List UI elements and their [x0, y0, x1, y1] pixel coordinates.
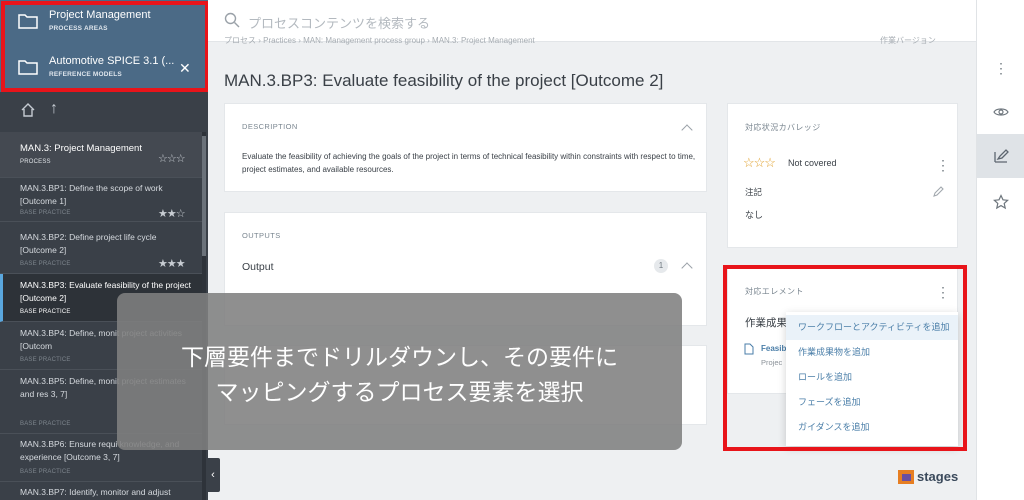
item-type: PROCESS: [20, 159, 51, 165]
search-icon: [224, 12, 240, 28]
note-value: なし: [745, 210, 764, 220]
search-input[interactable]: プロセスコンテンツを検索する: [248, 13, 430, 32]
highlight-box: [1, 1, 208, 92]
output-count-badge: 1: [654, 259, 668, 273]
home-icon[interactable]: [20, 102, 36, 118]
note-label: 注記: [745, 187, 763, 197]
eye-icon[interactable]: [977, 90, 1024, 134]
output-label: Output: [242, 261, 274, 273]
right-rail: ⋮: [976, 0, 1024, 500]
logo-mark: [898, 469, 914, 484]
rating-stars: ★★☆: [158, 208, 186, 220]
collapse-sidebar-button[interactable]: ‹: [206, 458, 220, 492]
rating-stars: ☆☆☆: [158, 153, 186, 165]
nav-toolbar: ↑: [0, 92, 208, 132]
edit-icon[interactable]: [977, 134, 1024, 178]
coverage-status: Not covered: [788, 158, 837, 168]
item-type: BASE PRACTICE: [20, 261, 71, 267]
item-type: BASE PRACTICE: [20, 210, 71, 216]
item-type: BASE PRACTICE: [20, 357, 71, 363]
page-title: MAN.3.BP3: Evaluate feasibility of the p…: [224, 71, 664, 90]
sidebar-item-bp7[interactable]: MAN.3.BP7: Identify, monitor and adjust: [0, 482, 202, 500]
item-label: MAN.3.BP7: Identify, monitor and adjust: [20, 487, 171, 497]
item-type: BASE PRACTICE: [20, 309, 71, 315]
more-options-icon[interactable]: ⋮: [936, 158, 950, 172]
item-type: BASE PRACTICE: [20, 421, 71, 427]
version-label[interactable]: 作業バージョン: [880, 35, 936, 46]
outputs-header: OUTPUTS: [242, 231, 281, 240]
coverage-card: 対応状況カバレッジ ☆☆☆ Not covered ⋮ 注記 なし: [727, 103, 958, 248]
rating-stars[interactable]: ☆☆☆: [743, 155, 776, 171]
item-label: MAN.3.BP1: Define the scope of work [Out…: [20, 183, 163, 206]
sidebar-item-man3[interactable]: MAN.3: Project Management PROCESS ☆☆☆: [0, 132, 202, 178]
sidebar-item-bp1[interactable]: MAN.3.BP1: Define the scope of work [Out…: [0, 178, 202, 222]
chevron-up-icon[interactable]: [681, 262, 693, 274]
description-card: DESCRIPTION Evaluate the feasibility of …: [224, 103, 707, 192]
item-label: MAN.3.BP2: Define project life cycle [Ou…: [20, 232, 157, 255]
coverage-header: 対応状況カバレッジ: [745, 123, 821, 132]
item-type: BASE PRACTICE: [20, 469, 71, 475]
description-text: Evaluate the feasibility of achieving th…: [242, 152, 696, 174]
stages-logo: stages: [898, 469, 958, 484]
highlight-box: [723, 265, 967, 451]
rating-stars: ★★★: [158, 258, 186, 270]
star-icon[interactable]: [977, 180, 1024, 224]
caption-overlay: 下層要件までドリルダウンし、その要件に マッピングするプロセス要素を選択: [117, 293, 682, 450]
pencil-icon[interactable]: [932, 186, 944, 198]
caption-line-2: マッピングするプロセス要素を選択: [215, 379, 584, 405]
sidebar-scroll-thumb[interactable]: [202, 136, 206, 256]
sidebar-item-bp2[interactable]: MAN.3.BP2: Define project life cycle [Ou…: [0, 222, 202, 274]
description-header: DESCRIPTION: [242, 122, 298, 131]
caption-line-1: 下層要件までドリルダウンし、その要件に: [181, 344, 618, 370]
breadcrumb[interactable]: プロセス › Practices › MAN: Management proce…: [224, 35, 535, 46]
arrow-up-icon[interactable]: ↑: [50, 100, 58, 118]
more-options-icon[interactable]: ⋮: [977, 46, 1024, 90]
chevron-up-icon[interactable]: [681, 124, 693, 136]
logo-text: stages: [917, 469, 959, 484]
